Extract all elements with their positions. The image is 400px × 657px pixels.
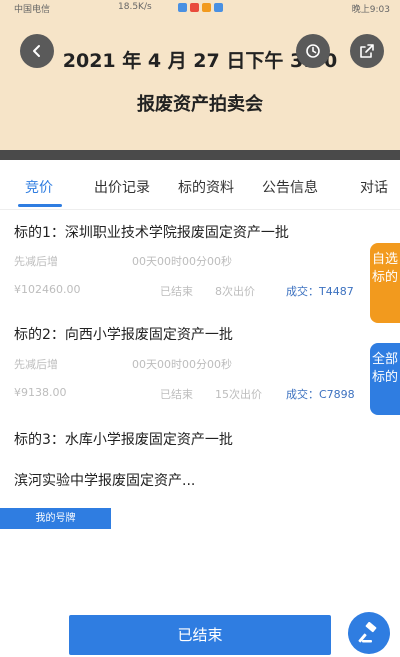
network-speed: 18.5K/s <box>118 2 152 12</box>
lot-status: 已结束 <box>160 388 193 401</box>
auction-title: 报废资产拍卖会 <box>137 94 263 115</box>
lot-deal-code: 成交：C7898 <box>286 388 355 401</box>
tab-lot-materials[interactable]: 标的资料 <box>178 177 234 197</box>
app-notification-icon <box>214 3 223 12</box>
lot-price: ¥9138.00 <box>14 386 67 399</box>
lot-mode: 先减后增 <box>14 358 58 371</box>
auction-header: 2021 年 4 月 27 日下午 3:00 报废资产拍卖会 <box>0 16 400 158</box>
header-divider <box>0 150 400 160</box>
self-selected-lots-button[interactable]: 自选标的 <box>370 243 400 323</box>
status-bar: 中国电信 18.5K/s 晚上9:03 <box>0 0 400 16</box>
lot-title: 标的2：向西小学报废固定资产一批 <box>14 327 233 343</box>
lot-price: ¥102460.00 <box>14 283 81 296</box>
my-paddle-tag[interactable]: 我的号牌 <box>0 508 111 529</box>
lot-countdown: 00天00时00分00秒 <box>132 358 232 371</box>
reminder-button[interactable] <box>296 34 330 68</box>
lot-deal-code: 成交：T4487 <box>286 285 354 298</box>
app-notification-icon <box>178 3 187 12</box>
share-icon <box>360 44 374 58</box>
gavel-icon <box>358 622 377 643</box>
lot-bid-count: 15次出价 <box>215 388 262 401</box>
auction-datetime: 2021 年 4 月 27 日下午 3:00 <box>62 50 338 72</box>
active-tab-indicator <box>18 204 62 207</box>
tab-announcements[interactable]: 公告信息 <box>262 177 318 197</box>
notification-icons <box>178 3 223 12</box>
lot-countdown: 00天00时00分00秒 <box>132 255 232 268</box>
clock-icon <box>306 44 320 58</box>
partial-lot-item[interactable]: 滨河实验中学报废固定资产... <box>14 470 195 490</box>
lot-mode: 先减后增 <box>14 255 58 268</box>
tab-bidding[interactable]: 竞价 <box>25 177 53 197</box>
lot-bid-count: 8次出价 <box>215 285 255 298</box>
bid-fab-button[interactable] <box>348 612 390 654</box>
share-button[interactable] <box>350 34 384 68</box>
app-notification-icon <box>190 3 199 12</box>
carrier-label: 中国电信 <box>14 5 51 15</box>
tab-bar: 竞价 出价记录 标的资料 公告信息 对话 <box>0 160 400 210</box>
status-time: 晚上9:03 <box>351 5 390 15</box>
lot-title: 标的3：水库小学报废固定资产一批 <box>14 432 233 448</box>
tab-chat[interactable]: 对话 <box>360 177 388 197</box>
all-lots-button[interactable]: 全部标的 <box>370 343 400 415</box>
lot-title: 标的1：深圳职业技术学院报废固定资产一批 <box>14 225 289 241</box>
app-notification-icon <box>202 3 211 12</box>
ended-button[interactable]: 已结束 <box>69 615 331 655</box>
lot-status: 已结束 <box>160 285 193 298</box>
tab-bid-records[interactable]: 出价记录 <box>94 177 150 197</box>
